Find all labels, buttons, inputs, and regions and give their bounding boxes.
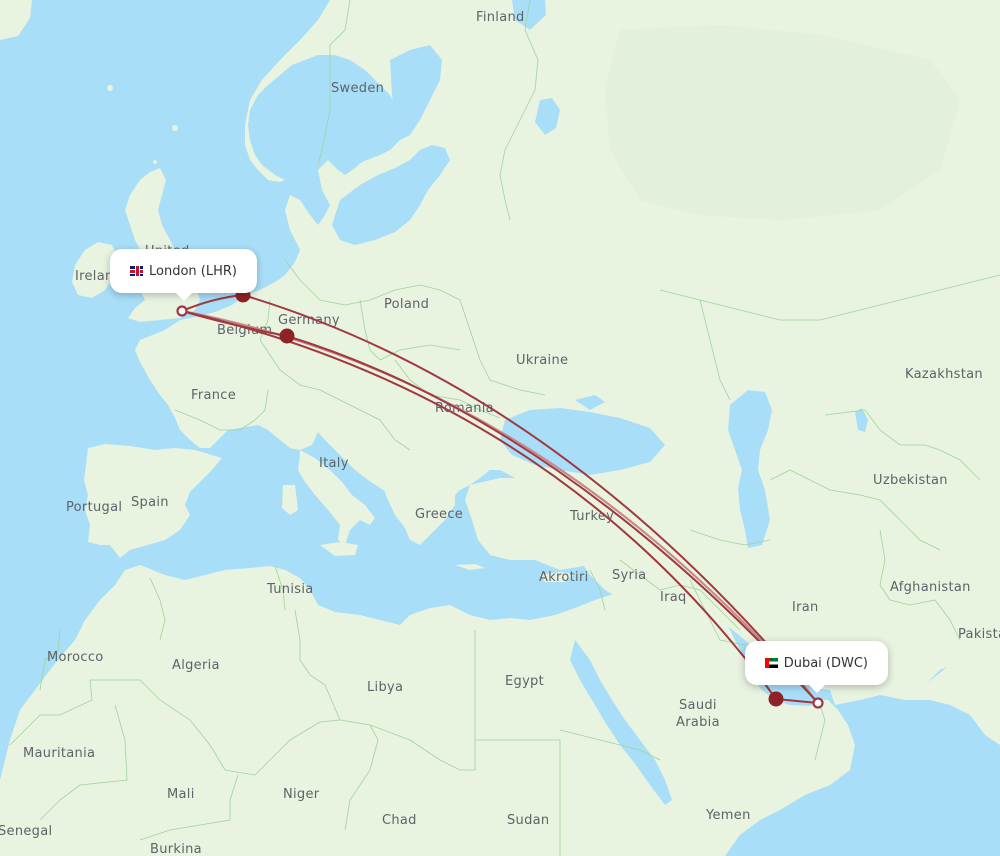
label-niger: Niger <box>283 787 320 802</box>
origin-airport-marker[interactable] <box>176 305 188 317</box>
label-portugal: Portugal <box>66 500 122 515</box>
label-iraq: Iraq <box>660 590 687 605</box>
label-yemen: Yemen <box>705 808 751 823</box>
label-poland: Poland <box>384 297 429 312</box>
label-egypt: Egypt <box>505 674 544 689</box>
label-mali: Mali <box>167 787 195 802</box>
stop-marker-gulf[interactable] <box>768 691 784 707</box>
label-sudan: Sudan <box>507 813 549 828</box>
origin-label: London (LHR) <box>149 263 237 279</box>
destination-popup[interactable]: Dubai (DWC) <box>745 641 888 693</box>
label-france: France <box>191 388 236 403</box>
uae-flag-icon <box>765 658 778 668</box>
label-italy: Italy <box>319 456 349 471</box>
label-afghanistan: Afghanistan <box>890 580 971 595</box>
label-sweden: Sweden <box>331 81 384 96</box>
label-libya: Libya <box>367 680 403 695</box>
label-pakistan: Pakistan <box>958 627 1000 642</box>
destination-airport-marker[interactable] <box>812 697 824 709</box>
label-arabia: Arabia <box>676 715 720 730</box>
stop-marker-germany[interactable] <box>279 328 295 344</box>
label-syria: Syria <box>612 568 646 583</box>
label-akrotiri: Akrotiri <box>539 570 589 585</box>
label-iran: Iran <box>792 600 819 615</box>
label-spain: Spain <box>131 495 169 510</box>
label-mauritania: Mauritania <box>23 746 95 761</box>
label-ukraine: Ukraine <box>516 353 568 368</box>
label-uzbekistan: Uzbekistan <box>873 473 948 488</box>
label-kazakhstan: Kazakhstan <box>905 367 983 382</box>
label-greece: Greece <box>415 507 463 522</box>
label-tunisia: Tunisia <box>266 582 314 597</box>
origin-popup[interactable]: London (LHR) <box>110 249 257 301</box>
label-finland: Finland <box>476 10 525 25</box>
label-burkina: Burkina <box>150 842 202 856</box>
uk-flag-icon <box>130 266 144 276</box>
label-chad: Chad <box>382 813 417 828</box>
label-algeria: Algeria <box>172 658 220 673</box>
label-senegal: Senegal <box>0 824 52 839</box>
map-canvas[interactable]: Finland Sweden United Ireland Poland Ger… <box>0 0 1000 856</box>
label-saudi: Saudi <box>679 698 717 713</box>
destination-label: Dubai (DWC) <box>783 655 868 671</box>
label-morocco: Morocco <box>47 650 104 665</box>
